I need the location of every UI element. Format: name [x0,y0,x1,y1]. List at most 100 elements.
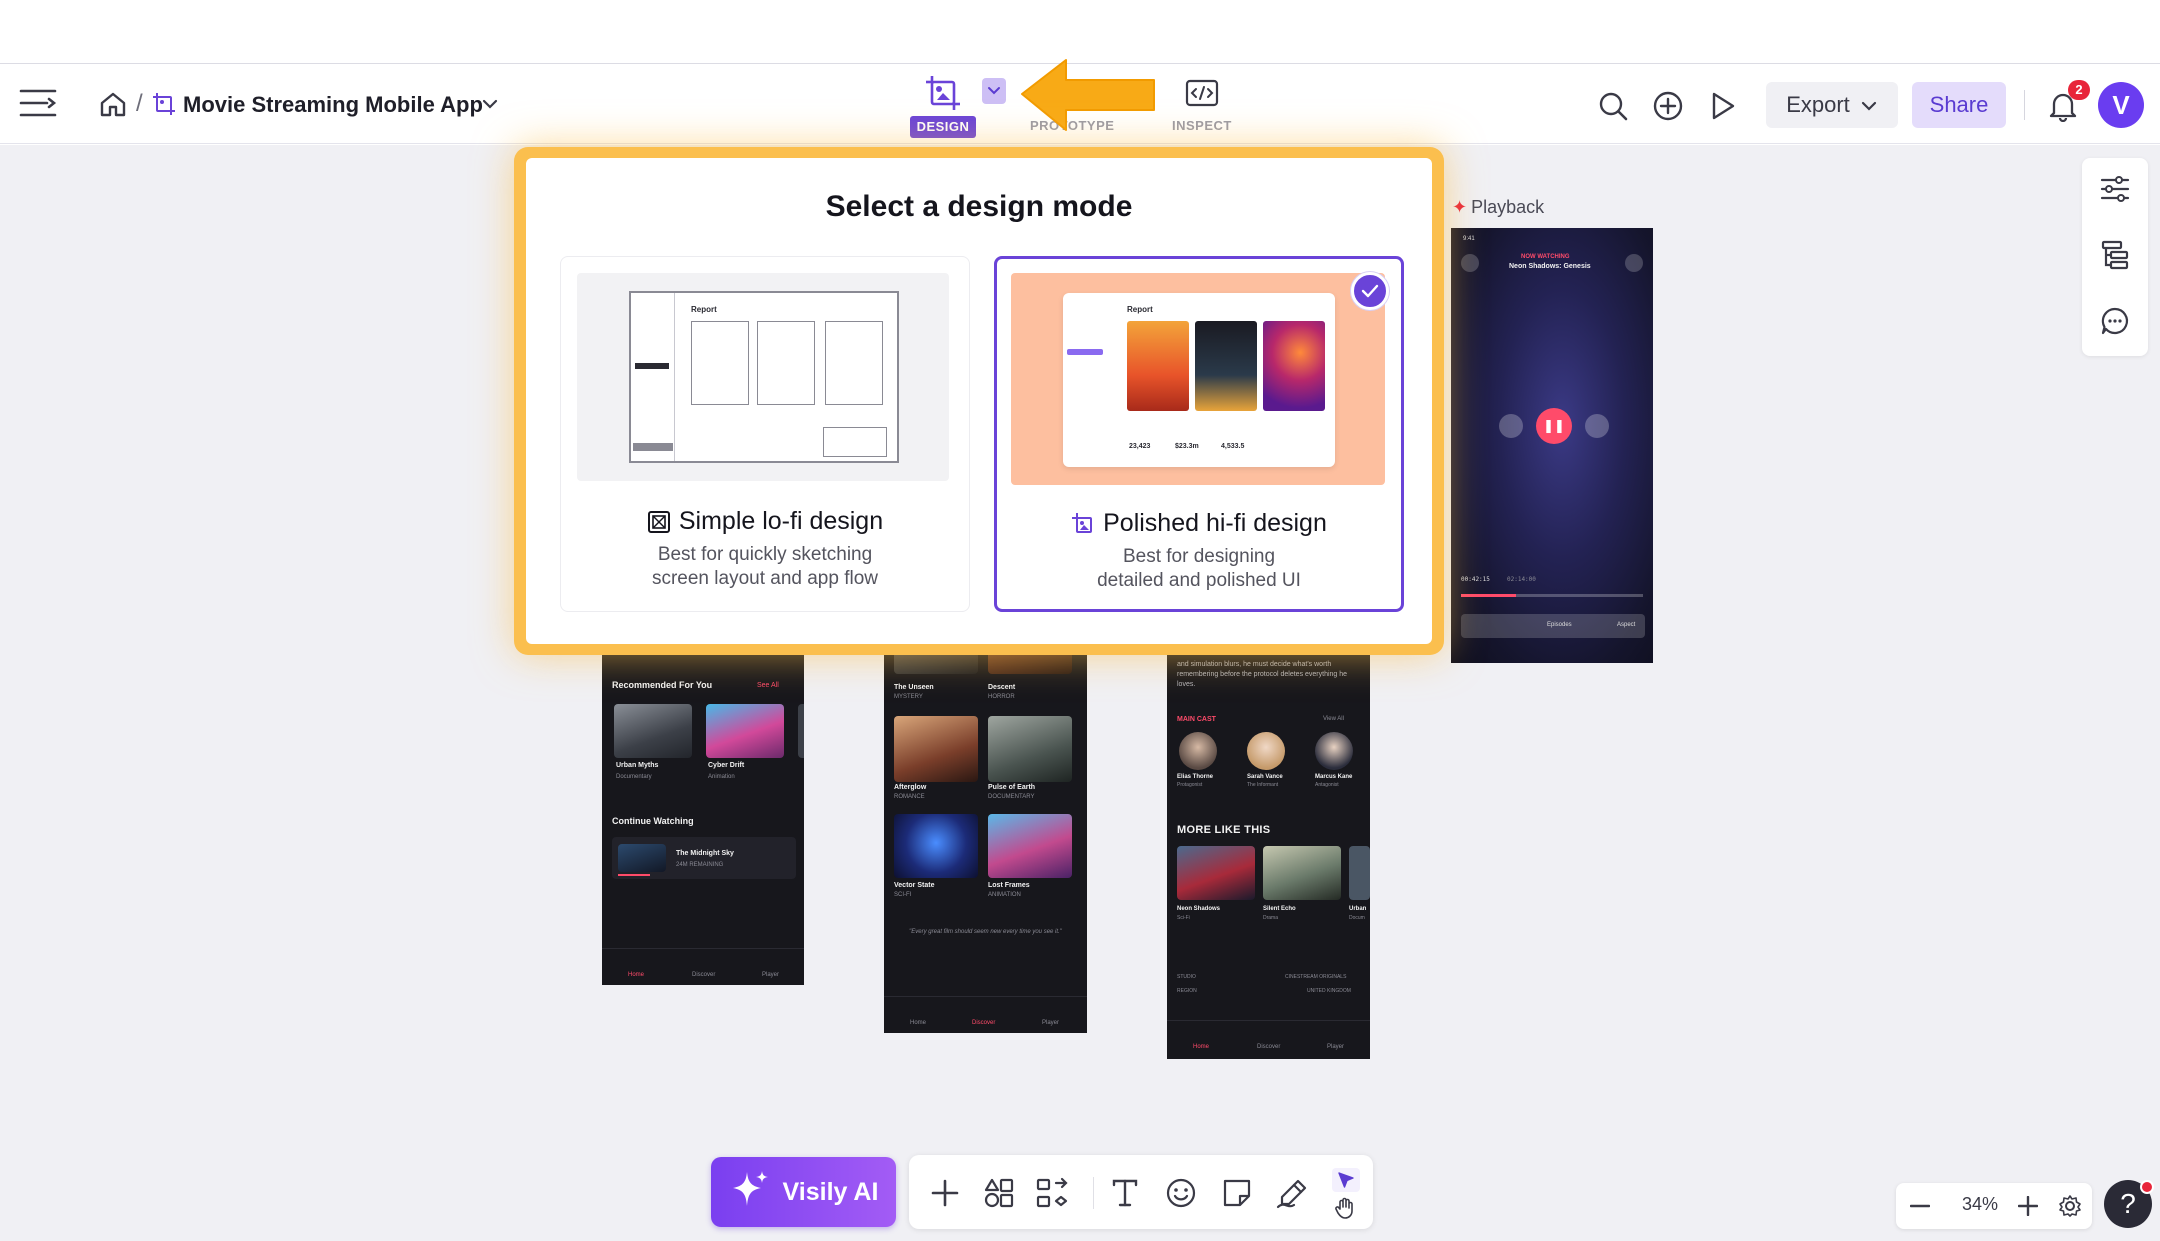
mode-dropdown-chevron-icon[interactable] [982,78,1006,104]
home-icon[interactable] [98,88,128,120]
nav-discover[interactable]: Discover [1257,1044,1280,1050]
elapsed-time: 00:42:15 [1461,576,1490,583]
design-frame-icon [1072,512,1093,533]
nav-home[interactable]: Home [910,1020,926,1026]
inspect-mode-tab[interactable]: INSPECT [1172,118,1232,133]
hifi-option-description: Best for designing detailed and polished… [997,545,1401,593]
add-circle-icon[interactable] [1650,88,1686,124]
movie-title: Afterglow [894,784,927,791]
search-icon[interactable] [1595,88,1631,124]
movie-title: Lost Frames [988,882,1030,889]
chevron-down-icon [1860,92,1878,118]
zoom-in-icon[interactable] [2014,1192,2042,1220]
movie-thumbnail[interactable] [894,814,978,878]
seek-progress [1461,594,1516,597]
movie-title: Silent Echo [1263,906,1296,912]
emoji-icon[interactable] [1163,1175,1199,1211]
hand-icon[interactable] [1329,1195,1361,1221]
watch-progress [618,874,650,876]
nav-player[interactable]: Player [762,972,779,978]
zoom-level[interactable]: 34% [1950,1194,2010,1215]
movie-title: Vector State [894,882,935,889]
cast-role: Antagonist [1315,782,1339,788]
user-avatar[interactable]: V [2098,82,2144,128]
movie-thumbnail[interactable] [1177,846,1255,900]
right-side-panel [2082,158,2148,356]
cursor-select-icon[interactable] [1332,1168,1360,1192]
notification-badge: 2 [2068,80,2090,100]
lofi-design-option[interactable]: Report Simple lo-fi design Best for quic… [560,256,970,612]
mobile-screen-discover[interactable]: The Unseen MYSTERY Descent HORROR Afterg… [884,650,1087,1033]
seek-track[interactable] [1461,594,1643,597]
sparkle-icon [729,1168,771,1217]
wireframe-image-placeholder [757,321,815,405]
skip-back-icon[interactable] [1499,414,1523,438]
breadcrumb-separator: / [136,90,143,117]
view-all-link[interactable]: View All [1323,716,1344,722]
settings-gear-icon[interactable] [2056,1192,2084,1220]
mobile-screen-home[interactable]: Recommended For You See All Urban Myths … [602,650,804,985]
sticky-note-icon[interactable] [1219,1175,1255,1211]
add-element-icon[interactable] [927,1175,963,1211]
cast-name: Sarah Vance [1247,774,1283,780]
nav-player[interactable]: Player [1327,1044,1344,1050]
comment-icon[interactable] [2098,304,2132,338]
components-icon[interactable] [1035,1175,1071,1211]
aspect-button[interactable]: Aspect [1617,622,1635,628]
code-icon[interactable] [1184,78,1220,108]
nav-discover[interactable]: Discover [692,972,715,978]
skip-forward-icon[interactable] [1585,414,1609,438]
movie-thumbnail[interactable] [1263,846,1341,900]
movie-thumbnail[interactable] [988,716,1072,782]
project-title[interactable]: Movie Streaming Mobile App [183,92,483,118]
cast-role: Protagonist [1177,782,1203,788]
sliders-icon[interactable] [2098,172,2132,206]
episodes-button[interactable]: Episodes [1547,622,1572,628]
hifi-image [1195,321,1257,411]
export-button[interactable]: Export [1766,82,1898,128]
cast-avatar[interactable] [1179,732,1217,770]
design-mode-tab[interactable]: DESIGN [908,70,978,138]
layers-tree-icon[interactable] [2098,238,2132,272]
more-like-this-heading: MORE LIKE THIS [1177,824,1271,836]
zoom-out-icon[interactable] [1906,1192,1934,1220]
cast-avatar[interactable] [1315,732,1353,770]
movie-tag: SCI-FI [894,892,912,898]
settings-icon[interactable] [1625,254,1643,272]
movie-tag: Sci-Fi [1177,915,1190,921]
now-watching-label: NOW WATCHING [1521,254,1570,260]
synopsis-text: and simulation blurs, he must decide wha… [1177,661,1348,688]
visily-ai-button[interactable]: Visily AI [711,1157,896,1227]
cast-avatar[interactable] [1247,732,1285,770]
lofi-desc-line: screen layout and app flow [651,568,879,589]
chevron-down-icon[interactable] [480,94,500,114]
frame-label-playback[interactable]: ✦ Playback [1452,197,1544,218]
see-all-link[interactable]: See All [757,682,779,689]
back-icon[interactable] [1461,254,1479,272]
wireframe-image-placeholder [691,321,749,405]
hifi-active-item [1067,349,1103,355]
nav-home[interactable]: Home [1193,1044,1209,1050]
nav-player[interactable]: Player [1042,1020,1059,1026]
wireframe-footer-block [633,443,673,451]
menu-icon[interactable] [18,84,60,124]
movie-thumbnail[interactable] [614,704,692,758]
mobile-screen-details[interactable]: and simulation blurs, he must decide wha… [1167,650,1370,1059]
wireframe-active-item [635,363,669,369]
movie-thumbnail[interactable] [988,814,1072,878]
shapes-icon[interactable] [981,1175,1017,1211]
movie-thumbnail[interactable] [894,716,978,782]
mobile-screen-player[interactable]: 9:41 NOW WATCHING Neon Shadows: Genesis … [1451,228,1653,663]
text-icon[interactable] [1107,1175,1143,1211]
nav-discover[interactable]: Discover [972,1020,995,1026]
pen-icon[interactable] [1275,1175,1311,1211]
pause-icon[interactable]: ❚❚ [1536,408,1572,444]
play-icon[interactable] [1704,88,1740,124]
hifi-image [1127,321,1189,411]
share-button[interactable]: Share [1912,82,2006,128]
hifi-design-option[interactable]: Report 23,423 $23.3m 4,533.5 Polished hi… [994,256,1404,612]
nav-divider [602,948,804,949]
nav-divider [884,996,1087,997]
movie-thumbnail[interactable] [706,704,784,758]
nav-home[interactable]: Home [628,972,644,978]
